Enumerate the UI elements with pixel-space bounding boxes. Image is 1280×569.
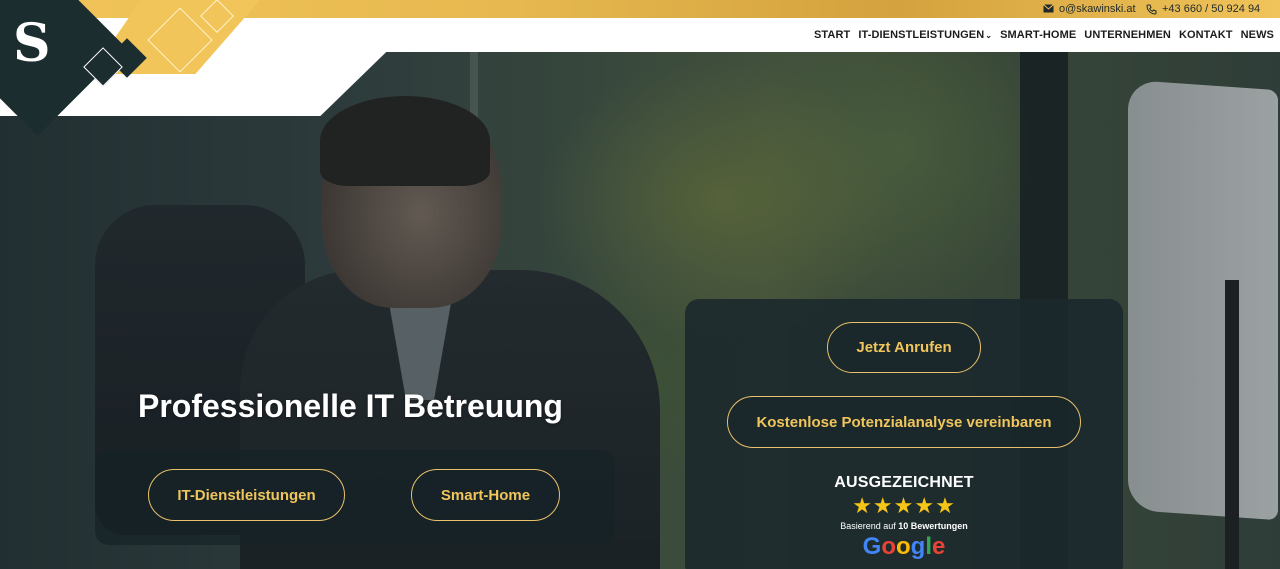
- google-letter: g: [910, 533, 926, 560]
- rating-stars: ★★★★★: [852, 493, 956, 518]
- google-letter: o: [895, 533, 911, 560]
- it-services-button[interactable]: IT-Dienstleistungen: [148, 469, 345, 521]
- google-logo: Google: [804, 534, 1004, 560]
- google-letter: o: [881, 533, 896, 560]
- logo-letter: S: [13, 13, 51, 74]
- email-link[interactable]: o@skawinski.at: [1043, 0, 1136, 18]
- google-rating-badge[interactable]: AUSGEZEICHNET ★★★★★ Basierend auf 10 Bew…: [804, 474, 1004, 560]
- smart-home-button[interactable]: Smart-Home: [411, 469, 560, 521]
- reviews-text: Basierend auf 10 Bewertungen: [804, 521, 1004, 531]
- envelope-icon: [1043, 3, 1054, 15]
- nav-item-label: IT-DIENSTLEISTUNGEN: [858, 29, 985, 41]
- reviews-count: 10 Bewertungen: [898, 521, 968, 531]
- hero-heading: Professionelle IT Betreuung: [138, 388, 563, 424]
- google-letter: G: [862, 533, 882, 560]
- phone-link[interactable]: +43 660 / 50 924 94: [1146, 0, 1260, 18]
- reviews-prefix: Basierend auf: [840, 521, 896, 531]
- nav-item-it-dienstleistungen[interactable]: IT-DIENSTLEISTUNGEN ⌄: [858, 29, 992, 41]
- main-nav: START IT-DIENSTLEISTUNGEN ⌄ SMART-HOME U…: [814, 18, 1274, 52]
- nav-item-news[interactable]: NEWS: [1241, 29, 1274, 41]
- chevron-down-icon: ⌄: [985, 30, 993, 40]
- nav-item-start[interactable]: START: [814, 29, 850, 41]
- award-title: AUSGEZEICHNET: [834, 474, 974, 491]
- google-letter: l: [925, 533, 932, 560]
- nav-item-smart-home[interactable]: SMART-HOME: [1000, 29, 1076, 41]
- google-letter: e: [932, 533, 946, 560]
- free-analysis-button[interactable]: Kostenlose Potenzialanalyse vereinbaren: [727, 396, 1081, 448]
- phone-number: +43 660 / 50 924 94: [1162, 3, 1261, 15]
- email-address: o@skawinski.at: [1059, 3, 1136, 15]
- call-now-button[interactable]: Jetzt Anrufen: [827, 322, 981, 373]
- phone-icon: [1146, 4, 1157, 15]
- nav-item-unternehmen[interactable]: UNTERNEHMEN: [1084, 29, 1171, 41]
- nav-item-kontakt[interactable]: KONTAKT: [1179, 29, 1233, 41]
